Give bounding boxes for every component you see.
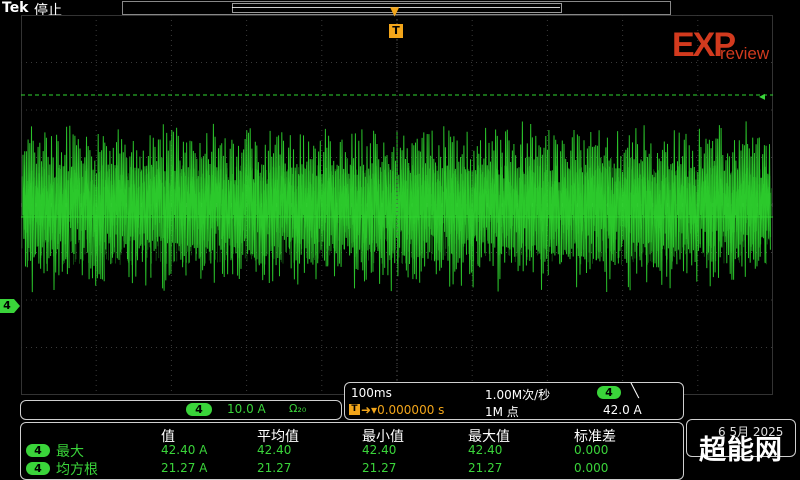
logo-review: review <box>720 44 770 63</box>
timebase-value: 100ms <box>351 386 392 400</box>
sample-rate-value: 1.00M次/秒 <box>485 388 551 402</box>
trigger-icon: T <box>349 404 360 415</box>
channel-badge[interactable]: 4 <box>186 403 212 416</box>
meas-row-max-max: 42.40 <box>468 443 503 457</box>
meas-row-max-min: 42.40 <box>362 443 397 457</box>
waveform-display[interactable] <box>21 15 773 395</box>
watermark-logo: 超能网 <box>699 435 783 466</box>
meas-row-max-mean: 42.40 <box>257 443 292 457</box>
meas-row-max-label: 最大 <box>56 444 84 460</box>
meas-row-max-stddev: 0.000 <box>574 443 609 457</box>
meas-row-rms-badge[interactable]: 4 <box>26 462 50 475</box>
trigger-position-marker[interactable]: T <box>389 24 403 38</box>
meas-row-max-value: 42.40 A <box>161 443 208 457</box>
meas-row-rms-min: 21.27 <box>362 461 397 475</box>
meas-row-rms-stddev: 0.000 <box>574 461 609 475</box>
trigger-position-arrow-icon: ▼ <box>390 4 400 18</box>
trigger-source-badge[interactable]: 4 <box>597 386 621 399</box>
meas-row-rms-mean: 21.27 <box>257 461 292 475</box>
channel-vertical-scale: 10.0 A <box>227 402 266 416</box>
trigger-level-arrow-icon[interactable]: ◂ <box>759 89 765 103</box>
ch4-marker-arrow-icon <box>14 299 20 313</box>
trigger-level-value: 42.0 A <box>603 403 642 417</box>
ch4-ground-marker[interactable]: 4 <box>0 299 14 313</box>
brand-label: Tek <box>2 0 29 16</box>
meas-row-max-badge[interactable]: 4 <box>26 444 50 457</box>
trigger-slope-icon: ╲ <box>631 384 639 399</box>
meas-row-rms-label: 均方根 <box>56 462 98 478</box>
meas-row-rms-max: 21.27 <box>468 461 503 475</box>
horizontal-position-value: ➜▾0.000000 s <box>361 403 445 417</box>
channel-coupling-icon: Ω₂₀ <box>289 402 307 415</box>
record-length-value: 1M 点 <box>485 405 519 419</box>
meas-row-rms-value: 21.27 A <box>161 461 208 475</box>
